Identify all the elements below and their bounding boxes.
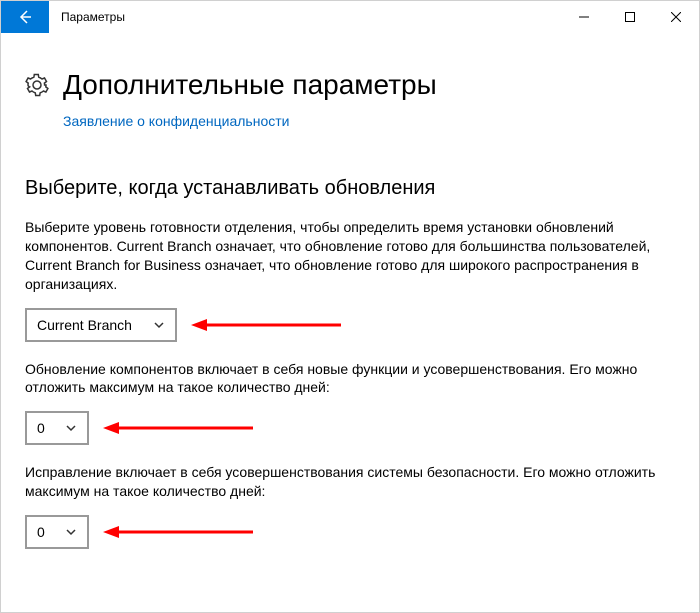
branch-readiness-select[interactable]: Current Branch bbox=[25, 308, 177, 342]
annotation-arrow-3 bbox=[103, 522, 253, 542]
window-title: Параметры bbox=[49, 1, 561, 33]
minimize-icon bbox=[579, 12, 589, 22]
close-icon bbox=[671, 12, 681, 22]
quality-defer-days-select[interactable]: 0 bbox=[25, 515, 89, 549]
quality-defer-days-value: 0 bbox=[37, 524, 45, 540]
chevron-down-icon bbox=[65, 422, 77, 434]
annotation-arrow-2 bbox=[103, 418, 253, 438]
feature-defer-days-value: 0 bbox=[37, 420, 45, 436]
content-area: Дополнительные параметры Заявление о кон… bbox=[1, 33, 699, 549]
maximize-icon bbox=[625, 12, 635, 22]
quality-defer-description: Исправление включает в себя усовершенств… bbox=[25, 463, 675, 501]
branch-value: Current Branch bbox=[37, 317, 132, 333]
minimize-button[interactable] bbox=[561, 1, 607, 33]
page-title: Дополнительные параметры bbox=[63, 69, 437, 101]
feature-defer-description: Обновление компонентов включает в себя н… bbox=[25, 360, 675, 398]
close-button[interactable] bbox=[653, 1, 699, 33]
section-heading: Выберите, когда устанавливать обновления bbox=[25, 177, 675, 200]
annotation-arrow-1 bbox=[191, 315, 341, 335]
maximize-button[interactable] bbox=[607, 1, 653, 33]
gear-icon bbox=[25, 73, 49, 97]
privacy-link[interactable]: Заявление о конфиденциальности bbox=[63, 113, 289, 129]
arrow-left-icon bbox=[17, 9, 33, 25]
page-header: Дополнительные параметры bbox=[25, 69, 675, 101]
back-button[interactable] bbox=[1, 1, 49, 33]
chevron-down-icon bbox=[153, 319, 165, 331]
window-controls bbox=[561, 1, 699, 33]
feature-defer-days-select[interactable]: 0 bbox=[25, 411, 89, 445]
branch-description: Выберите уровень готовности отделения, ч… bbox=[25, 218, 675, 294]
titlebar: Параметры bbox=[1, 1, 699, 33]
chevron-down-icon bbox=[65, 526, 77, 538]
